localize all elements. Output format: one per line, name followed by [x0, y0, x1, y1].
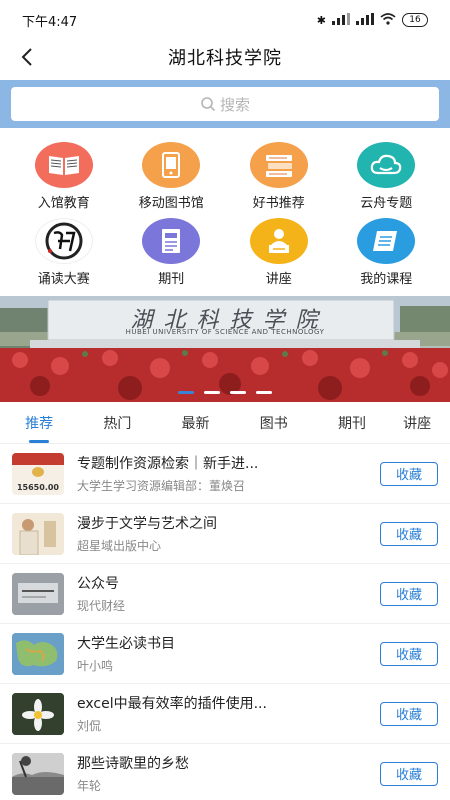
grid-item-book-recommend[interactable]: 好书推荐 — [225, 142, 333, 212]
grid-item-reading-contest[interactable]: 诵读大赛 — [10, 218, 118, 288]
collect-button[interactable]: 收藏 — [380, 701, 438, 726]
item-title: 漫步于文学与艺术之间 — [77, 516, 217, 532]
banner-carousel[interactable]: 湖 北 科 技 学 院 HUBEI UNIVERSITY OF SCIENCE … — [0, 296, 450, 402]
grid-label: 入馆教育 — [37, 196, 90, 211]
bluetooth-icon: ✱ — [316, 13, 326, 27]
chevron-left-icon — [21, 48, 32, 66]
item-title: excel中最有效率的插件使用... — [77, 696, 267, 712]
book-stack-icon — [249, 142, 308, 188]
item-subtitle: 刘侃 — [77, 719, 102, 733]
item-title: 专题制作资源检索｜新手进... — [77, 456, 259, 472]
signal-hd-icon — [356, 12, 374, 28]
status-icons: ✱ 16 — [316, 12, 428, 28]
page-title: 湖北科技学院 — [168, 48, 282, 69]
search-input[interactable]: 搜索 — [11, 87, 439, 121]
grid-item-my-courses[interactable]: 我的课程 — [333, 218, 441, 288]
collect-button[interactable]: 收藏 — [380, 521, 438, 546]
wifi-icon — [380, 12, 396, 28]
item-title: 大学生必读书目 — [77, 636, 175, 652]
collect-button[interactable]: 收藏 — [380, 581, 438, 606]
grid-label: 好书推荐 — [252, 196, 305, 211]
carousel-dot[interactable] — [256, 391, 272, 394]
thumbnail — [12, 632, 64, 675]
list-item[interactable]: excel中最有效率的插件使用... 刘侃 收藏 — [0, 684, 450, 744]
status-time: 下午4:47 — [22, 14, 78, 30]
thumbnail — [12, 512, 64, 555]
carousel-dot[interactable] — [204, 391, 220, 394]
list-item[interactable]: 那些诗歌里的乡愁 年轮 收藏 — [0, 744, 450, 800]
list-item[interactable]: 15650.00 专题制作资源检索｜新手进... 大学生学习资源编辑部：董焕召 … — [0, 444, 450, 504]
list-item[interactable]: 大学生必读书目 叶小鸣 收藏 — [0, 624, 450, 684]
mobile-library-icon — [142, 142, 201, 188]
battery-icon: 16 — [402, 13, 428, 27]
tab-hot[interactable]: 热门 — [78, 413, 156, 433]
banner-sign-subtext: HUBEI UNIVERSITY OF SCIENCE AND TECHNOLO… — [125, 328, 325, 336]
signal-icon — [332, 12, 350, 28]
grid-label: 期刊 — [158, 272, 185, 287]
fu-calligraphy-icon — [34, 218, 93, 264]
list-item[interactable]: 公众号 现代财经 收藏 — [0, 564, 450, 624]
grid-item-yunzhou[interactable]: 云舟专题 — [333, 142, 441, 212]
category-tabs: 推荐 热门 最新 图书 期刊 讲座 — [0, 402, 450, 444]
item-subtitle: 大学生学习资源编辑部：董焕召 — [77, 479, 246, 493]
course-icon — [357, 218, 416, 264]
list-item[interactable]: 漫步于文学与艺术之间 超星域出版中心 收藏 — [0, 504, 450, 564]
carousel-indicator — [0, 391, 450, 394]
grid-label: 移动图书馆 — [138, 196, 204, 211]
grid-label: 诵读大赛 — [37, 272, 90, 287]
carousel-dot[interactable] — [230, 391, 246, 394]
item-title: 公众号 — [77, 576, 119, 592]
grid-label: 云舟专题 — [360, 196, 413, 211]
collect-button[interactable]: 收藏 — [380, 641, 438, 666]
thumbnail: 15650.00 — [12, 452, 64, 495]
item-subtitle: 超星域出版中心 — [77, 539, 162, 553]
lecture-icon — [249, 218, 308, 264]
tab-books[interactable]: 图书 — [235, 413, 313, 433]
grid-label: 讲座 — [265, 272, 292, 287]
item-title: 那些诗歌里的乡愁 — [77, 756, 189, 772]
collect-button[interactable]: 收藏 — [380, 761, 438, 786]
grid-label: 我的课程 — [360, 272, 413, 287]
nav-bar: 湖北科技学院 — [0, 40, 450, 74]
back-button[interactable] — [12, 42, 42, 72]
grid-item-mobile-library[interactable]: 移动图书馆 — [118, 142, 226, 212]
item-subtitle: 叶小鸣 — [77, 659, 114, 673]
function-grid: 入馆教育 移动图书馆 好书推荐 云舟专题 诵读大赛 期刊 讲座 我的课程 — [0, 128, 450, 288]
tab-latest[interactable]: 最新 — [156, 413, 234, 433]
grid-item-lecture[interactable]: 讲座 — [225, 218, 333, 288]
tab-recommend[interactable]: 推荐 — [0, 413, 78, 433]
thumbnail-amount: 15650.00 — [16, 482, 59, 492]
search-bar: 搜索 — [0, 80, 450, 128]
grid-item-orientation[interactable]: 入馆教育 — [10, 142, 118, 212]
item-subtitle: 现代财经 — [77, 599, 126, 613]
thumbnail — [12, 692, 64, 735]
collect-button[interactable]: 收藏 — [380, 461, 438, 486]
tab-lectures[interactable]: 讲座 — [391, 413, 450, 433]
open-book-icon — [34, 142, 93, 188]
search-icon — [201, 97, 216, 112]
recommend-list: 15650.00 专题制作资源检索｜新手进... 大学生学习资源编辑部：董焕召 … — [0, 444, 450, 800]
search-placeholder: 搜索 — [219, 95, 250, 114]
thumbnail — [12, 572, 64, 615]
tab-journals[interactable]: 期刊 — [313, 413, 391, 433]
grid-item-journal[interactable]: 期刊 — [118, 218, 226, 288]
carousel-dot[interactable] — [178, 391, 194, 394]
thumbnail — [12, 752, 64, 795]
journal-icon — [142, 218, 201, 264]
cloud-icon — [357, 142, 416, 188]
item-subtitle: 年轮 — [77, 779, 102, 793]
status-bar: 下午4:47 ✱ 16 — [0, 0, 450, 40]
